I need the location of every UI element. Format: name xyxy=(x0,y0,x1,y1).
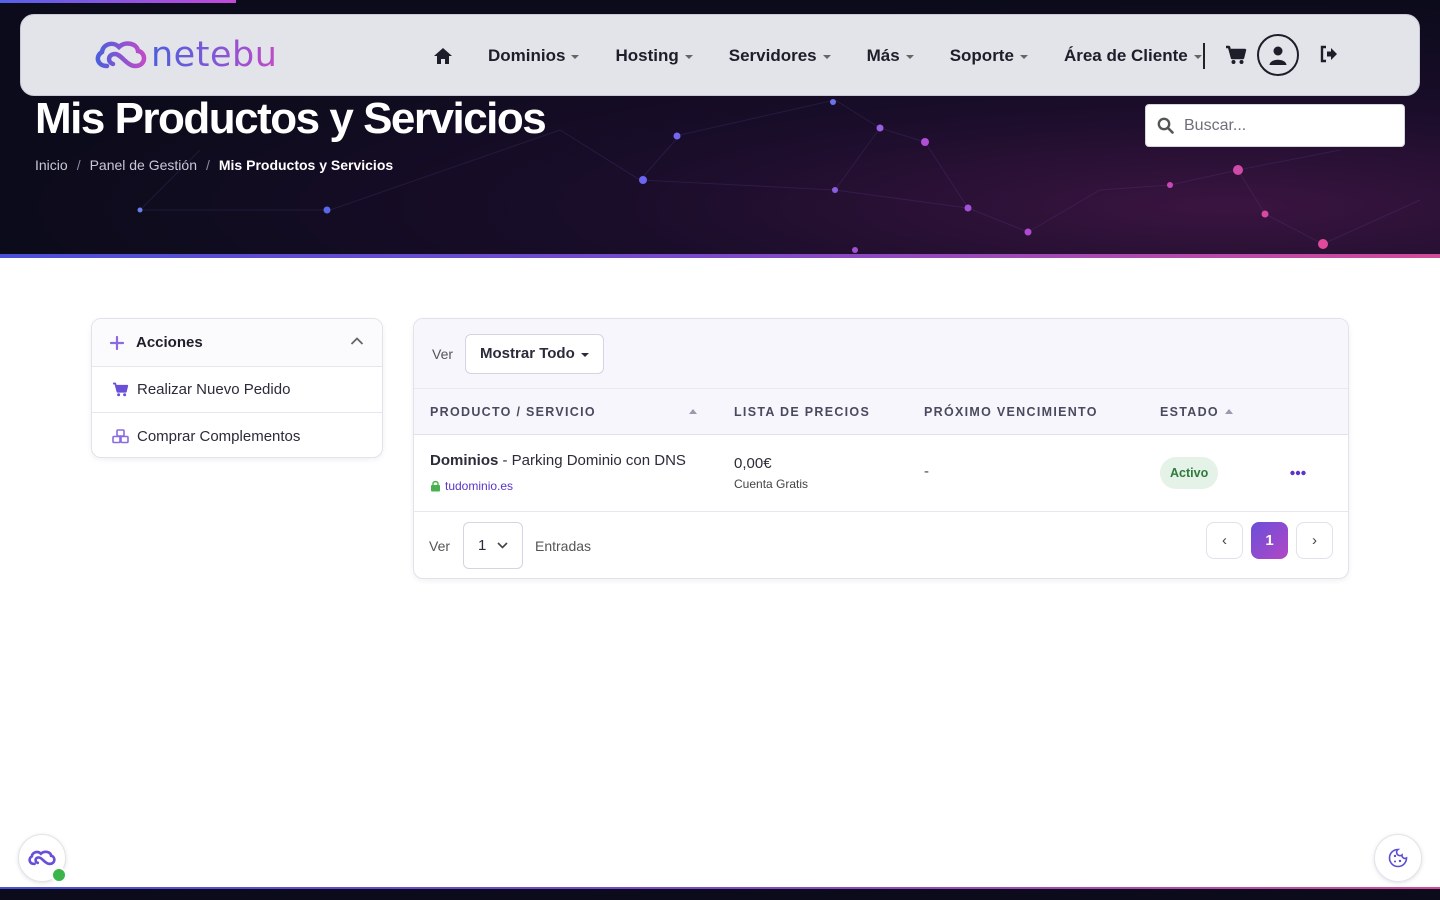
pagination-page-1[interactable]: 1 xyxy=(1251,522,1288,559)
entries-per-page-select[interactable]: 1 xyxy=(463,522,523,569)
nav-area-cliente-label: Área de Cliente xyxy=(1063,46,1188,65)
sort-asc-icon xyxy=(1225,409,1233,414)
products-table-card: Ver Mostrar Todo PRODUCTO / SERVICIO LIS… xyxy=(413,318,1349,579)
cart-icon xyxy=(113,382,129,397)
sidebar-item-addons[interactable]: Comprar Complementos xyxy=(92,413,382,457)
status-filter-dropdown[interactable]: Mostrar Todo xyxy=(465,333,604,374)
breadcrumb-panel[interactable]: Panel de Gestión xyxy=(90,157,197,173)
nav-dominios[interactable]: Dominios xyxy=(488,46,580,66)
col-header-product[interactable]: PRODUCTO / SERVICIO xyxy=(430,405,596,419)
nav-hosting-label: Hosting xyxy=(615,46,679,65)
col-header-due[interactable]: PRÓXIMO VENCIMIENTO xyxy=(924,405,1098,419)
nav-dominios-label: Dominios xyxy=(488,46,566,65)
chevron-down-icon xyxy=(497,542,508,549)
brand-name: netebu xyxy=(151,35,278,75)
cloud-logo-icon xyxy=(95,41,147,69)
filter-prefix: Ver xyxy=(432,345,454,362)
hero-divider xyxy=(0,254,1440,258)
nav-divider xyxy=(1203,43,1205,69)
product-title: - Parking Dominio con DNS xyxy=(498,452,686,469)
table-header: PRODUCTO / SERVICIO LISTA DE PRECIOS PRÓ… xyxy=(414,389,1348,435)
caret-down-icon xyxy=(1019,55,1028,59)
caret-down-icon xyxy=(571,55,580,59)
breadcrumb-inicio[interactable]: Inicio xyxy=(35,157,68,173)
page-title: Mis Productos y Servicios xyxy=(35,94,547,143)
status-filter-value: Mostrar Todo xyxy=(480,345,575,362)
nav-soporte[interactable]: Soporte xyxy=(950,46,1028,66)
product-domain-text: tudominio.es xyxy=(445,479,514,493)
caret-down-icon xyxy=(1193,55,1202,59)
search-box xyxy=(1145,104,1405,147)
product-billing-cycle: Cuenta Gratis xyxy=(734,477,809,491)
cart-icon[interactable] xyxy=(1225,45,1247,70)
product-name: Dominios - Parking Dominio con DNS xyxy=(430,452,686,469)
product-category: Dominios xyxy=(430,452,499,469)
nav-mas[interactable]: Más xyxy=(867,46,914,66)
nav-servidores-label: Servidores xyxy=(728,46,817,65)
whatsapp-icon xyxy=(51,867,67,883)
table-footer: Ver 1 Entradas ‹ 1 › xyxy=(414,512,1348,578)
footer-strip xyxy=(0,887,1440,900)
col-header-price[interactable]: LISTA DE PRECIOS xyxy=(734,405,870,419)
entries-per-page-value: 1 xyxy=(478,537,487,554)
product-domain[interactable]: tudominio.es xyxy=(430,479,513,493)
chat-widget-button[interactable] xyxy=(18,834,67,883)
chevron-up-icon[interactable] xyxy=(350,336,364,346)
product-due-date: - xyxy=(924,463,929,480)
cubes-icon xyxy=(112,428,129,443)
lock-icon xyxy=(431,480,440,492)
caret-down-icon xyxy=(580,352,589,357)
breadcrumb-separator: / xyxy=(76,157,81,173)
cloud-logo-icon xyxy=(28,850,56,866)
search-icon xyxy=(1157,117,1174,134)
user-account-icon[interactable] xyxy=(1257,34,1299,76)
table-filter-bar: Ver Mostrar Todo xyxy=(414,319,1348,389)
length-prefix: Ver xyxy=(429,538,451,554)
actions-panel-title: Acciones xyxy=(136,334,203,351)
breadcrumb-current: Mis Productos y Servicios xyxy=(218,157,394,173)
actions-panel: Acciones Realizar Nuevo Pedido Comprar C… xyxy=(91,318,383,458)
home-icon[interactable] xyxy=(433,46,453,66)
sidebar-item-new-order[interactable]: Realizar Nuevo Pedido xyxy=(92,367,382,413)
pagination-next-button[interactable]: › xyxy=(1296,522,1333,559)
cookie-settings-button[interactable] xyxy=(1374,834,1422,882)
col-header-status[interactable]: ESTADO xyxy=(1160,405,1219,419)
cookie-icon xyxy=(1388,848,1408,868)
sidebar-item-label: Realizar Nuevo Pedido xyxy=(137,381,291,398)
nav-soporte-label: Soporte xyxy=(949,46,1014,65)
sort-asc-icon xyxy=(689,409,697,414)
top-navbar: netebu Dominios Hosting Servidores Más S… xyxy=(20,14,1420,96)
nav-area-cliente[interactable]: Área de Cliente xyxy=(1064,46,1202,66)
nav-servidores[interactable]: Servidores xyxy=(729,46,831,66)
search-input[interactable] xyxy=(1184,116,1384,135)
logout-icon[interactable] xyxy=(1319,45,1339,68)
product-price: 0,00€ xyxy=(734,455,772,472)
status-badge: Activo xyxy=(1160,457,1219,489)
breadcrumb: Inicio / Panel de Gestión / Mis Producto… xyxy=(35,157,393,173)
breadcrumb-separator: / xyxy=(205,157,210,173)
caret-down-icon xyxy=(905,55,914,59)
sidebar-item-label: Comprar Complementos xyxy=(137,427,301,445)
length-suffix: Entradas xyxy=(535,538,592,554)
nav-hosting[interactable]: Hosting xyxy=(615,46,693,66)
nav-mas-label: Más xyxy=(866,46,900,65)
caret-down-icon xyxy=(822,55,831,59)
actions-panel-header[interactable]: Acciones xyxy=(92,319,382,367)
table-row[interactable]: Dominios - Parking Dominio con DNS tudom… xyxy=(414,435,1348,512)
plus-icon xyxy=(110,335,124,350)
caret-down-icon xyxy=(684,55,693,59)
more-options-icon[interactable] xyxy=(1290,463,1306,481)
pagination-prev-button[interactable]: ‹ xyxy=(1206,522,1243,559)
brand-logo[interactable]: netebu xyxy=(93,35,277,75)
main-menu: Dominios Hosting Servidores Más Soporte … xyxy=(433,15,1238,97)
